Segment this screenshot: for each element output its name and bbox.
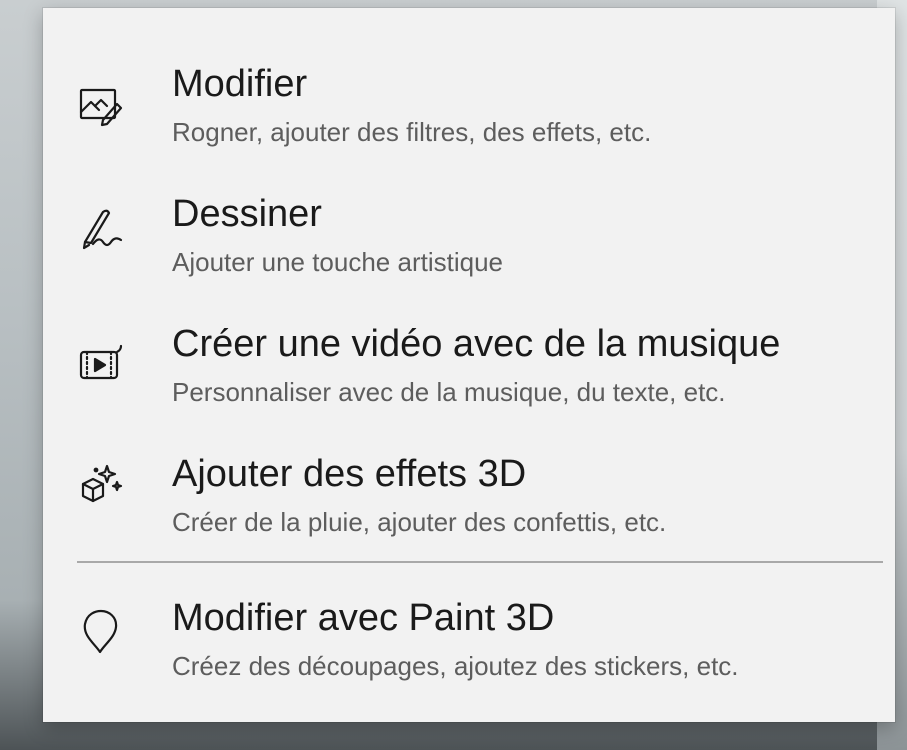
menu-item-subtitle: Rogner, ajouter des filtres, des effets,… [172,117,652,147]
menu-separator [77,561,883,563]
edit-create-menu: Modifier Rogner, ajouter des filtres, de… [43,8,895,722]
menu-item-title: Créer une vidéo avec de la musique [172,323,781,365]
menu-item-creer-video[interactable]: Créer une vidéo avec de la musique Perso… [43,306,895,430]
paint3d-icon [77,608,123,654]
photo-edit-icon [77,82,123,128]
menu-item-subtitle: Ajouter une touche artistique [172,247,503,277]
menu-item-title: Ajouter des effets 3D [172,453,527,495]
menu-item-paint-3d[interactable]: Modifier avec Paint 3D Créez des découpa… [43,580,895,704]
3d-effects-icon [77,462,123,508]
menu-item-title: Dessiner [172,193,322,235]
video-film-icon [77,340,123,386]
menu-item-dessiner[interactable]: Dessiner Ajouter une touche artistique [43,176,895,300]
pen-draw-icon [77,206,123,252]
menu-item-modifier[interactable]: Modifier Rogner, ajouter des filtres, de… [43,46,895,170]
menu-item-effets-3d[interactable]: Ajouter des effets 3D Créer de la pluie,… [43,436,895,560]
menu-item-subtitle: Créez des découpages, ajoutez des sticke… [172,651,739,681]
menu-item-subtitle: Personnaliser avec de la musique, du tex… [172,377,726,407]
menu-item-subtitle: Créer de la pluie, ajouter des confettis… [172,507,667,537]
menu-item-title: Modifier [172,63,308,105]
menu-item-title: Modifier avec Paint 3D [172,597,555,639]
